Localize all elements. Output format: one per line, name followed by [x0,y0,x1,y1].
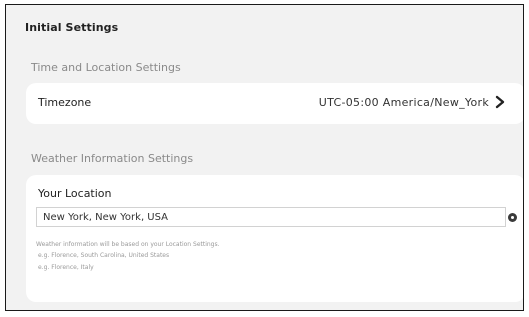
timezone-row[interactable]: Timezone UTC-05:00 America/New_York [26,83,523,124]
page-title: Initial Settings [25,21,119,34]
location-input[interactable] [36,207,506,227]
location-example-1: e.g. Florence, South Carolina, United St… [38,252,170,259]
section-title-time-location: Time and Location Settings [31,61,181,74]
clear-input-icon[interactable] [508,213,517,222]
settings-panel: Initial Settings Time and Location Setti… [5,4,524,311]
location-help-text: Weather information will be based on you… [36,241,220,248]
section-title-weather: Weather Information Settings [31,152,194,165]
location-example-2: e.g. Florence, Italy [38,264,94,271]
timezone-label: Timezone [38,96,92,109]
timezone-value: UTC-05:00 America/New_York [318,96,489,109]
location-card: Your Location Weather information will b… [26,175,523,302]
location-label: Your Location [38,187,112,200]
chevron-right-icon[interactable] [493,94,507,110]
